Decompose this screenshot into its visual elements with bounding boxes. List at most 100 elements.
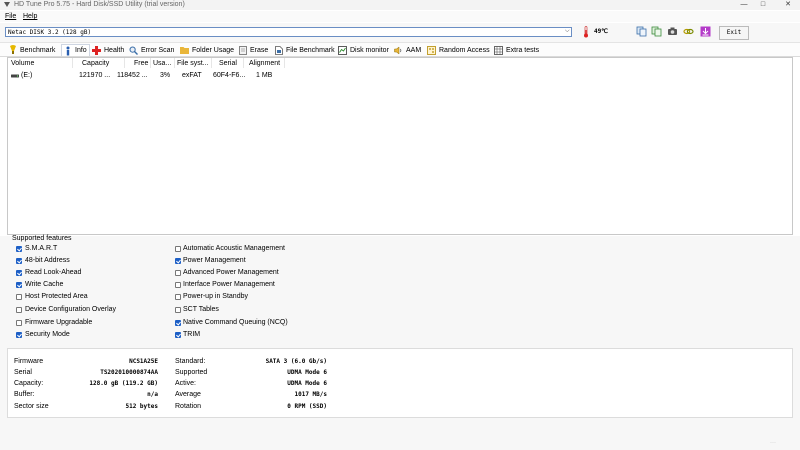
erase-icon [239,45,247,55]
volume-cell[interactable]: (E:) [21,71,32,81]
feature-label: Device Configuration Overlay [25,306,117,313]
tab-aam[interactable]: AAM [394,44,421,56]
tab-health[interactable]: Health [92,44,124,56]
exit-button[interactable]: Exit [719,26,749,40]
feature-label: Interface Power Management [183,281,275,288]
feature-label: SCT Tables [183,306,219,313]
feature-checkbox[interactable] [16,294,22,300]
copy-icon[interactable] [636,26,647,37]
minimize-button[interactable]: — [735,0,753,9]
alignment-cell: 1 MB [256,72,273,79]
column-header-capacity[interactable]: Capacity [82,59,109,69]
menu-help[interactable]: Help [23,12,37,22]
feature-checkbox[interactable] [175,282,181,288]
tab-random-access[interactable]: Random Access [427,44,490,56]
feature-checkbox[interactable] [16,282,22,288]
close-button[interactable]: ✕ [779,0,797,9]
watermark: ··· [770,440,776,446]
tab-label: Extra tests [506,46,540,54]
tab-label: Folder Usage [192,46,235,54]
tab-extra-tests[interactable]: Extra tests [494,44,539,56]
column-header-usage[interactable]: Usa... [153,59,171,69]
tab-label: Random Access [439,46,490,54]
camera-icon[interactable] [667,26,678,37]
column-header-alignment[interactable]: Alignment [249,59,280,69]
info-label: Serial [14,369,32,376]
folder-icon [180,47,189,54]
features-title: Supported features [12,235,72,242]
feature-label: Power-up in Standby [183,293,248,300]
feature-checkbox[interactable] [16,320,22,326]
info-label: Rotation [175,403,202,410]
column-divider [72,58,73,68]
column-divider [150,58,151,68]
info-value: 512 bytes [125,403,158,410]
drive-icon [11,74,19,78]
feature-checkbox[interactable] [16,270,22,276]
tab-error-scan[interactable]: Error Scan [129,44,174,56]
feature-label: Native Command Queuing (NCQ) [183,319,288,326]
volume-list[interactable] [7,57,793,235]
chevron-down-icon[interactable]: ⌵ [565,28,570,35]
tab-erase[interactable]: Erase [239,44,268,56]
feature-checkbox[interactable] [175,294,181,300]
feature-checkbox[interactable] [16,246,22,252]
info-label: Firmware [14,358,44,365]
extra-tests-icon [494,45,503,55]
column-header-volume[interactable]: Volume [11,59,34,69]
info-label: Active: [175,380,197,387]
tab-folder-usage[interactable]: Folder Usage [180,44,234,56]
link-icon[interactable] [683,26,694,37]
tab-label: File Benchmark [286,46,335,54]
feature-label: Firmware Upgradable [25,319,93,326]
copy-all-icon[interactable] [651,26,662,37]
feature-checkbox[interactable] [175,246,181,252]
column-header-serial[interactable]: Serial [219,59,237,69]
tab-disk-monitor[interactable]: Disk monitor [338,44,389,56]
info-value: NCS1A25E [129,358,158,365]
feature-label: Advanced Power Management [183,269,279,276]
menu-bar [0,11,800,22]
info-value: UDMA Mode 6 [287,380,327,387]
feature-label: Power Management [183,257,246,264]
feature-checkbox[interactable] [175,270,181,276]
feature-checkbox[interactable] [16,332,22,338]
feature-checkbox[interactable] [16,307,22,313]
tab-label: Erase [250,46,269,54]
feature-checkbox[interactable] [175,332,181,338]
feature-checkbox[interactable] [175,258,181,264]
file-benchmark-icon [275,45,283,55]
feature-checkbox[interactable] [16,258,22,264]
feature-label: Security Mode [25,331,70,338]
download-icon[interactable] [700,26,711,37]
info-value: SATA 3 (6.0 Gb/s) [265,358,327,365]
tab-label: Disk monitor [350,46,389,54]
info-label: Sector size [14,403,49,410]
feature-label: Read Look-Ahead [25,269,82,276]
error-scan-icon [129,46,138,55]
feature-label: Host Protected Area [25,293,88,300]
maximize-button[interactable]: □ [754,0,772,9]
column-divider [243,58,244,68]
column-divider [174,58,175,68]
feature-checkbox[interactable] [175,320,181,326]
health-icon [92,45,101,55]
tab-benchmark[interactable]: Benchmark [9,44,55,56]
window-title: HD Tune Pro 5.75 - Hard Disk/SSD Utility… [14,1,185,8]
file-system-cell: exFAT [182,72,202,79]
tab-label: Error Scan [141,46,175,54]
column-header-file-system[interactable]: File syst... [177,59,209,69]
serial-cell: 60F4-F6... [213,72,246,79]
info-value: TS202010000874AA [100,369,158,376]
info-label: Capacity: [14,380,44,387]
menu-file[interactable]: File [5,12,16,22]
column-header-free[interactable]: Free [134,59,148,69]
info-value: 0 RPM (SSD) [287,403,327,410]
feature-checkbox[interactable] [175,307,181,313]
tab-file-benchmark[interactable]: File Benchmark [275,44,335,56]
feature-label: Automatic Acoustic Management [183,245,285,252]
tab-info[interactable]: Info [61,44,90,56]
benchmark-icon [10,45,16,54]
drive-select[interactable]: Netac DISK 3.2 (128 gB) [5,27,572,37]
feature-label: S.M.A.R.T [25,245,58,252]
